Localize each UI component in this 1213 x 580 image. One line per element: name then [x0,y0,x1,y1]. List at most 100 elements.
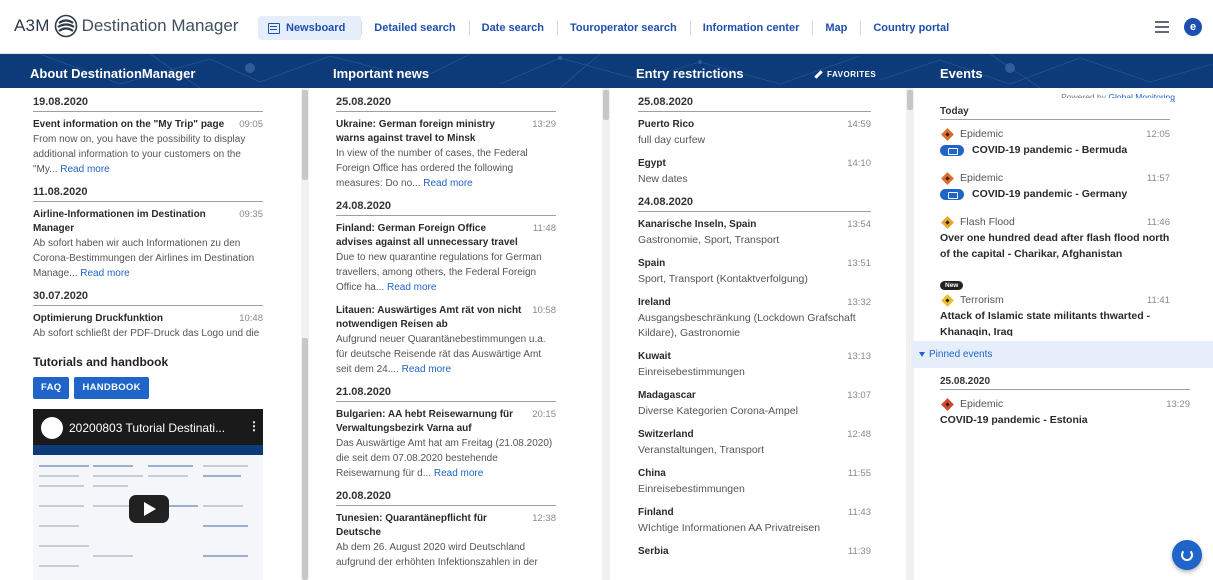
scroll-thumb[interactable] [603,90,609,120]
item-title[interactable]: 10:58 Litauen: Auswärtiges Amt rät von ni… [336,304,556,332]
item-text: Due to new quarantine regulations for Ge… [336,250,556,295]
read-more-link[interactable]: Read more [80,268,129,279]
item-title[interactable]: 12:48 Switzerland [638,428,871,442]
event-time: 13:29 [1166,398,1190,410]
item-title[interactable]: 14:59 Puerto Rico [638,118,871,132]
mail-icon[interactable] [940,144,964,156]
nav-map[interactable]: Map [812,16,860,40]
read-more-link[interactable]: Read more [387,282,436,293]
event-title[interactable]: Attack of Islamic state militants thwart… [940,308,1170,336]
nav-date-search[interactable]: Date search [468,16,557,40]
nav-detailed-search[interactable]: Detailed search [361,16,468,40]
item-title[interactable]: 11:48 Finland: German Foreign Office advi… [336,222,556,250]
news-item[interactable]: 13:32 Ireland Ausgangsbeschränkung (Lockdo… [638,296,871,341]
item-title[interactable]: 10:48 Optimierung Druckfunktion [33,312,263,326]
scroll-thumb[interactable] [302,338,308,580]
item-title[interactable]: 11:43 Finland [638,506,871,520]
item-title[interactable]: 12:38 Tunesien: Quarantänepflicht für Deu… [336,512,556,540]
event-item[interactable]: Flash Flood 11:46 Over one hundred dead af… [940,214,1170,262]
item-body: Gastronomie, Sport, Transport [638,234,780,246]
event-category: Epidemic [960,128,1004,140]
item-title[interactable]: 09:05 Event information on the "My Trip" … [33,118,263,132]
nav-touroperator-search[interactable]: Touroperator search [557,16,690,40]
read-more-link[interactable]: Read more [434,468,483,479]
nav-information-center[interactable]: Information center [689,16,813,40]
event-title[interactable]: Over one hundred dead after flash flood … [940,230,1170,262]
favorites-button[interactable]: FAVORITES [814,70,876,79]
event-category: Epidemic [960,172,1004,184]
news-item[interactable]: 11:43 Finland WIchtige Informationen AA Pr… [638,506,871,536]
event-item[interactable]: Epidemic 12:05 COVID-19 pandemic - Bermuda [940,126,1170,158]
event-item[interactable]: New Terrorism 11:41 Attack of Islamic state… [940,274,1170,336]
item-title-text: Finland: German Foreign Office advises a… [336,223,518,248]
scroll-thumb[interactable] [302,90,308,180]
news-item[interactable]: 09:05 Event information on the "My Trip" … [33,118,263,177]
scroll-thumb[interactable] [907,90,913,110]
news-item[interactable]: 11:55 China Einreisebestimmungen [638,467,871,497]
item-title[interactable]: 20:15 Bulgarien: AA hebt Reisewarnung für… [336,408,556,436]
item-title[interactable]: 13:51 Spain [638,257,871,271]
tutorial-video[interactable]: 20200803 Tutorial Destinati... ⋮ [33,409,263,580]
news-item[interactable]: 11:39 Serbia [638,545,871,559]
item-title[interactable]: 13:13 Kuwait [638,350,871,364]
news-scrollbar[interactable] [602,88,610,580]
read-more-link[interactable]: Read more [60,164,109,175]
item-title[interactable]: 13:32 Ireland [638,296,871,310]
menu-icon[interactable] [1155,21,1169,33]
news-item[interactable]: 09:35 Airline-Informationen im Destinatio… [33,208,263,281]
event-title[interactable]: COVID-19 pandemic - Estonia [940,412,1190,428]
refresh-button[interactable] [1172,540,1202,570]
handbook-button[interactable]: HANDBOOK [74,377,149,399]
item-time: 09:05 [239,119,263,130]
item-title[interactable]: 09:35 Airline-Informationen im Destinatio… [33,208,263,236]
news-item[interactable]: 13:54 Kanarische Inseln, Spain Gastronomie… [638,218,871,248]
video-menu-icon[interactable]: ⋮ [248,419,260,433]
date-heading: 20.08.2020 [336,490,556,506]
event-time: 11:41 [1146,294,1170,306]
item-body: Diverse Kategorien Corona-Ampel [638,405,798,417]
mail-icon[interactable] [940,188,964,200]
thumbnail-line [203,525,248,527]
news-item[interactable]: 13:07 Madagascar Diverse Kategorien Corona… [638,389,871,419]
nav-country-portal[interactable]: Country portal [860,16,962,40]
item-title[interactable]: 13:07 Madagascar [638,389,871,403]
news-item[interactable]: 12:48 Switzerland Veranstaltungen, Transpo… [638,428,871,458]
news-item[interactable]: 14:59 Puerto Rico full day curfew [638,118,871,148]
item-title-text: China [638,468,666,479]
pinned-events-toggle[interactable]: Pinned events [911,341,1213,368]
entry-scrollbar[interactable] [906,88,914,580]
about-scrollbar[interactable] [301,88,309,580]
news-item[interactable]: 20:15 Bulgarien: AA hebt Reisewarnung für… [336,408,556,481]
event-item[interactable]: Epidemic 11:57 COVID-19 pandemic - Germany [940,170,1170,202]
news-item[interactable]: 14:10 Egypt New dates [638,157,871,187]
item-title[interactable]: 13:29 Ukraine: German foreign ministry wa… [336,118,556,146]
news-item[interactable]: 13:29 Ukraine: German foreign ministry wa… [336,118,556,191]
item-title-text: Finland [638,507,674,518]
item-title[interactable]: 13:54 Kanarische Inseln, Spain [638,218,871,232]
event-title[interactable]: COVID-19 pandemic - Germany [940,186,1170,202]
item-time: 14:59 [847,119,871,130]
event-title[interactable]: COVID-19 pandemic - Bermuda [940,142,1170,158]
news-item[interactable]: 12:38 Tunesien: Quarantänepflicht für Deu… [336,512,556,570]
news-item[interactable]: 10:48 Optimierung Druckfunktion Ab sofort … [33,312,263,341]
read-more-link[interactable]: Read more [402,364,451,375]
faq-button[interactable]: FAQ [33,377,70,399]
news-item[interactable]: 13:13 Kuwait Einreisebestimmungen [638,350,871,380]
news-item[interactable]: 11:48 Finland: German Foreign Office advi… [336,222,556,295]
item-title[interactable]: 11:55 China [638,467,871,481]
item-body: Ausgangsbeschränkung (Lockdown Grafschaf… [638,312,856,339]
read-more-link[interactable]: Read more [423,178,472,189]
user-avatar[interactable]: e [1184,18,1202,36]
pinned-event-item[interactable]: Epidemic 13:29 COVID-19 pandemic - Estonia [940,396,1190,428]
thumbnail-line [39,565,79,567]
item-text: WIchtige Informationen AA Privatreisen [638,521,871,536]
nav-newsboard[interactable]: Newsboard [258,16,362,40]
news-item[interactable]: 13:51 Spain Sport, Transport (Kontaktverfo… [638,257,871,287]
news-item[interactable]: 10:58 Litauen: Auswärtiges Amt rät von ni… [336,304,556,377]
item-title[interactable]: 14:10 Egypt [638,157,871,171]
item-text: New dates [638,172,871,187]
play-button-icon[interactable] [129,495,169,523]
thumbnail-line [203,475,241,477]
app-logo[interactable]: A3M Destination Manager [14,14,238,38]
item-title[interactable]: 11:39 Serbia [638,545,871,559]
